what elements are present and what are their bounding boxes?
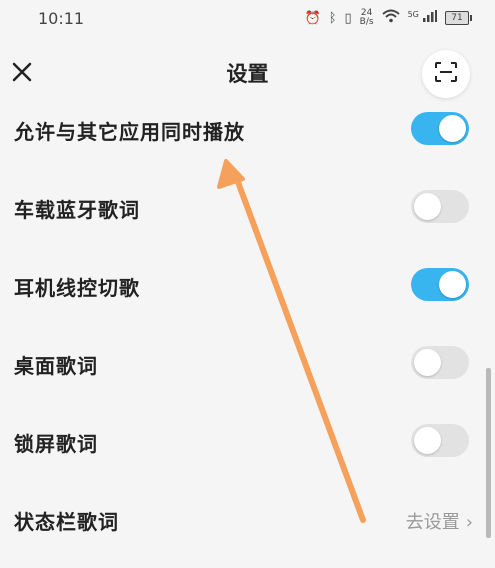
toggle-knob xyxy=(414,427,441,454)
setting-label: 车载蓝牙歌词 xyxy=(14,198,140,222)
toggle-knob xyxy=(414,349,441,376)
network-speed-unit: B/s xyxy=(359,17,374,27)
go-settings-link[interactable]: 去设置 › xyxy=(406,508,473,534)
battery-level: 71 xyxy=(451,13,463,23)
setting-label: 耳机线控切歌 xyxy=(14,276,140,300)
alarm-icon: ⏰ xyxy=(304,10,321,26)
headset-control-toggle[interactable] xyxy=(411,268,469,301)
scrollbar[interactable] xyxy=(486,368,491,538)
lockscreen-lyrics-toggle[interactable] xyxy=(411,424,469,457)
car-bluetooth-lyrics-toggle[interactable] xyxy=(411,190,469,223)
go-settings-label: 去设置 xyxy=(405,512,460,533)
status-bar: 10:11 ⏰ ᛒ ▯ 24 B/s 5G 71 xyxy=(0,0,495,38)
network-speed: 24 B/s xyxy=(360,9,374,27)
chevron-right-icon: › xyxy=(465,512,473,533)
setting-row-statusbar-lyrics[interactable]: 状态栏歌词 去设置 › xyxy=(0,490,495,568)
cell-signal-icon: 5G xyxy=(408,10,437,26)
setting-row-desktop-lyrics[interactable]: 桌面歌词 xyxy=(0,334,495,412)
battery-icon: 71 xyxy=(445,11,472,25)
setting-label: 允许与其它应用同时播放 xyxy=(14,120,245,144)
setting-row-lockscreen-lyrics[interactable]: 锁屏歌词 xyxy=(0,412,495,490)
signal-label: 5G xyxy=(407,10,419,19)
setting-label: 桌面歌词 xyxy=(14,354,98,378)
desktop-lyrics-toggle[interactable] xyxy=(411,346,469,379)
setting-label: 状态栏歌词 xyxy=(14,510,119,534)
header-bar: 设置 xyxy=(0,44,495,100)
setting-row-allow-simultaneous-playback[interactable]: 允许与其它应用同时播放 xyxy=(0,100,495,178)
status-icons: ⏰ ᛒ ▯ 24 B/s 5G 71 xyxy=(304,9,472,27)
status-time: 10:11 xyxy=(38,9,85,28)
toggle-knob xyxy=(439,271,466,298)
settings-list: 允许与其它应用同时播放 车载蓝牙歌词 耳机线控切歌 桌面歌词 锁屏歌词 状态栏歌… xyxy=(0,100,495,568)
setting-row-headset-control[interactable]: 耳机线控切歌 xyxy=(0,256,495,334)
vibrate-icon: ▯ xyxy=(344,10,352,26)
allow-simultaneous-playback-toggle[interactable] xyxy=(411,112,469,145)
setting-label: 锁屏歌词 xyxy=(14,432,98,456)
toggle-knob xyxy=(439,115,466,142)
setting-row-car-bluetooth-lyrics[interactable]: 车载蓝牙歌词 xyxy=(0,178,495,256)
page-title: 设置 xyxy=(226,62,269,86)
scan-button[interactable] xyxy=(422,50,470,98)
bluetooth-icon: ᛒ xyxy=(328,10,337,26)
toggle-knob xyxy=(414,193,441,220)
wifi-icon xyxy=(381,9,400,27)
scan-icon xyxy=(435,62,457,86)
